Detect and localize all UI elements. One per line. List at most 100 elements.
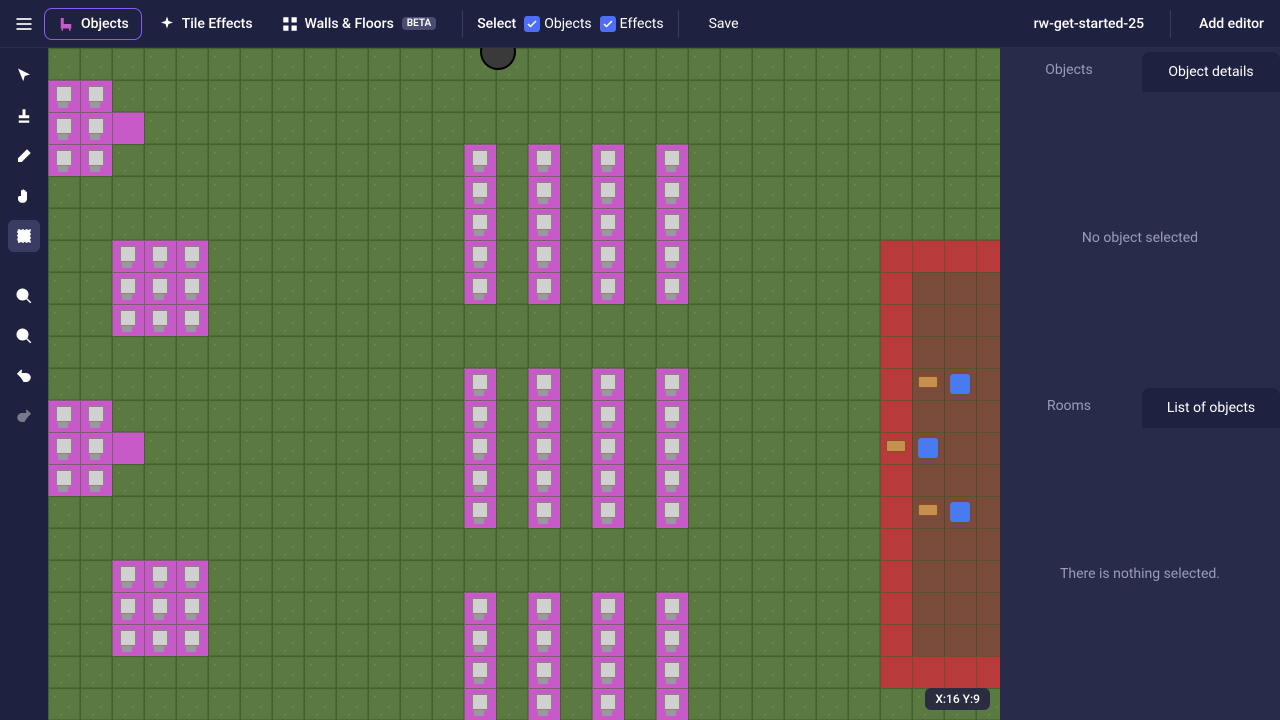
- stage-edge[interactable]: [880, 560, 912, 592]
- grass-tile[interactable]: [528, 304, 560, 336]
- grass-tile[interactable]: [400, 48, 432, 80]
- grass-tile[interactable]: [272, 80, 304, 112]
- grass-tile[interactable]: [144, 176, 176, 208]
- grass-tile[interactable]: [208, 464, 240, 496]
- drum-object[interactable]: [880, 432, 912, 464]
- grass-tile[interactable]: [48, 496, 80, 528]
- grass-tile[interactable]: [48, 208, 80, 240]
- chair-object[interactable]: [464, 624, 496, 656]
- stage-floor[interactable]: [976, 368, 1000, 400]
- grass-tile[interactable]: [592, 80, 624, 112]
- grass-tile[interactable]: [400, 176, 432, 208]
- grass-tile[interactable]: [304, 208, 336, 240]
- grass-tile[interactable]: [816, 176, 848, 208]
- grass-tile[interactable]: [272, 688, 304, 720]
- grass-tile[interactable]: [848, 592, 880, 624]
- grass-tile[interactable]: [560, 528, 592, 560]
- grass-tile[interactable]: [784, 240, 816, 272]
- grass-tile[interactable]: [48, 560, 80, 592]
- stage-edge[interactable]: [880, 496, 912, 528]
- grass-tile[interactable]: [976, 112, 1000, 144]
- grass-tile[interactable]: [176, 464, 208, 496]
- grass-tile[interactable]: [784, 592, 816, 624]
- grass-tile[interactable]: [368, 304, 400, 336]
- grass-tile[interactable]: [80, 496, 112, 528]
- chair-object[interactable]: [80, 464, 112, 496]
- grass-tile[interactable]: [272, 144, 304, 176]
- grass-tile[interactable]: [688, 496, 720, 528]
- grass-tile[interactable]: [592, 48, 624, 80]
- grass-tile[interactable]: [784, 336, 816, 368]
- grass-tile[interactable]: [336, 80, 368, 112]
- grass-tile[interactable]: [848, 400, 880, 432]
- mode-walls-floors-button[interactable]: Walls & Floors BETA: [269, 9, 449, 39]
- grass-tile[interactable]: [240, 112, 272, 144]
- grass-tile[interactable]: [848, 240, 880, 272]
- speaker-object[interactable]: [912, 432, 944, 464]
- grass-tile[interactable]: [784, 48, 816, 80]
- grass-tile[interactable]: [80, 656, 112, 688]
- stage-floor[interactable]: [976, 336, 1000, 368]
- chair-object[interactable]: [144, 240, 176, 272]
- grass-tile[interactable]: [848, 464, 880, 496]
- grass-tile[interactable]: [240, 432, 272, 464]
- grass-tile[interactable]: [272, 432, 304, 464]
- grass-tile[interactable]: [400, 592, 432, 624]
- grass-tile[interactable]: [752, 432, 784, 464]
- chair-object[interactable]: [528, 624, 560, 656]
- chair-object[interactable]: [112, 592, 144, 624]
- grass-tile[interactable]: [816, 112, 848, 144]
- checkbox-effects[interactable]: Effects: [600, 16, 664, 32]
- grass-tile[interactable]: [848, 208, 880, 240]
- grass-tile[interactable]: [912, 80, 944, 112]
- grass-tile[interactable]: [400, 336, 432, 368]
- grass-tile[interactable]: [304, 304, 336, 336]
- chair-object[interactable]: [656, 240, 688, 272]
- grass-tile[interactable]: [816, 144, 848, 176]
- grass-tile[interactable]: [432, 688, 464, 720]
- grass-tile[interactable]: [752, 688, 784, 720]
- grass-tile[interactable]: [848, 656, 880, 688]
- grass-tile[interactable]: [112, 368, 144, 400]
- grass-tile[interactable]: [240, 400, 272, 432]
- grass-tile[interactable]: [208, 272, 240, 304]
- grass-tile[interactable]: [816, 240, 848, 272]
- grass-tile[interactable]: [848, 176, 880, 208]
- grass-tile[interactable]: [880, 144, 912, 176]
- grass-tile[interactable]: [240, 208, 272, 240]
- grass-tile[interactable]: [336, 400, 368, 432]
- grass-tile[interactable]: [528, 528, 560, 560]
- grass-tile[interactable]: [560, 368, 592, 400]
- grass-tile[interactable]: [816, 464, 848, 496]
- grass-tile[interactable]: [272, 48, 304, 80]
- grass-tile[interactable]: [784, 208, 816, 240]
- grass-tile[interactable]: [48, 336, 80, 368]
- grass-tile[interactable]: [48, 48, 80, 80]
- grass-tile[interactable]: [272, 208, 304, 240]
- grass-tile[interactable]: [272, 304, 304, 336]
- grass-tile[interactable]: [560, 400, 592, 432]
- grass-tile[interactable]: [624, 272, 656, 304]
- grass-tile[interactable]: [880, 208, 912, 240]
- grass-tile[interactable]: [752, 336, 784, 368]
- chair-object[interactable]: [144, 304, 176, 336]
- grass-tile[interactable]: [336, 432, 368, 464]
- grass-tile[interactable]: [496, 656, 528, 688]
- grass-tile[interactable]: [400, 208, 432, 240]
- grass-tile[interactable]: [496, 592, 528, 624]
- grass-tile[interactable]: [272, 560, 304, 592]
- grass-tile[interactable]: [368, 48, 400, 80]
- chair-object[interactable]: [112, 560, 144, 592]
- grass-tile[interactable]: [368, 624, 400, 656]
- grass-tile[interactable]: [848, 528, 880, 560]
- grass-tile[interactable]: [720, 688, 752, 720]
- grass-tile[interactable]: [560, 272, 592, 304]
- grass-tile[interactable]: [48, 624, 80, 656]
- chair-object[interactable]: [592, 464, 624, 496]
- stage-edge[interactable]: [976, 656, 1000, 688]
- grass-tile[interactable]: [48, 272, 80, 304]
- stage-floor[interactable]: [912, 464, 944, 496]
- grass-tile[interactable]: [304, 624, 336, 656]
- grass-tile[interactable]: [656, 528, 688, 560]
- grass-tile[interactable]: [560, 240, 592, 272]
